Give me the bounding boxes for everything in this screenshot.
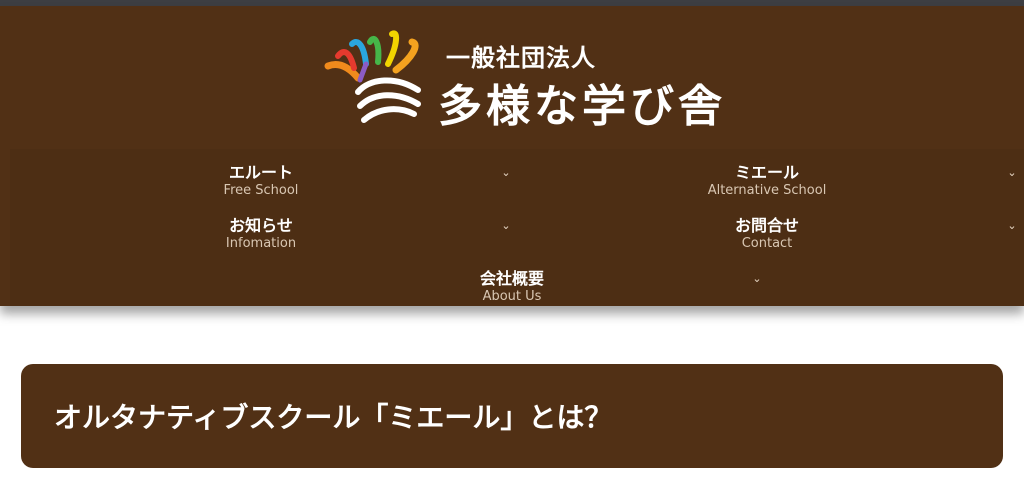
site-header: 一般社団法人 多様な学び舎 エルート Free School ⌄ ミエール Al… (0, 6, 1024, 306)
nav-item-mieru[interactable]: ミエール Alternative School ⌄ (516, 153, 1018, 203)
nav-item-contact[interactable]: お問合せ Contact ⌄ (516, 206, 1018, 256)
chevron-down-icon[interactable]: ⌄ (500, 167, 512, 179)
page-title: オルタナティブスクール「ミエール」とは？ (54, 401, 613, 434)
nav-item-label: お問合せ (734, 216, 799, 235)
nav-item-information[interactable]: お知らせ Infomation ⌄ (10, 206, 512, 256)
nav-item-label: エルート (228, 163, 293, 182)
nav-item-label: 会社概要 (479, 269, 544, 288)
nav-item-sub: Alternative School (707, 183, 827, 198)
main-nav: エルート Free School ⌄ ミエール Alternative Scho… (10, 149, 1024, 306)
site-logo[interactable]: 一般社団法人 多様な学び舎 (322, 22, 722, 132)
chevron-down-icon[interactable]: ⌄ (1006, 167, 1018, 179)
rainbow-hands-logo-icon (324, 30, 421, 123)
logo-org-type: 一般社団法人 (446, 44, 596, 72)
chevron-down-icon[interactable]: ⌄ (751, 273, 763, 285)
nav-item-sub: About Us (482, 289, 542, 304)
nav-item-sub: Free School (223, 183, 299, 198)
nav-item-sub: Contact (741, 236, 793, 251)
section-heading-box: オルタナティブスクール「ミエール」とは？ (21, 364, 1003, 468)
nav-item-label: ミエール (734, 163, 799, 182)
nav-item-label: お知らせ (229, 216, 293, 235)
chevron-down-icon[interactable]: ⌄ (1006, 220, 1018, 232)
logo-site-name: 多様な学び舎 (438, 81, 726, 132)
nav-item-sub: Infomation (225, 236, 297, 251)
chevron-down-icon[interactable]: ⌄ (500, 220, 512, 232)
nav-item-about[interactable]: 会社概要 About Us ⌄ (261, 259, 763, 309)
nav-item-erute[interactable]: エルート Free School ⌄ (10, 153, 512, 203)
